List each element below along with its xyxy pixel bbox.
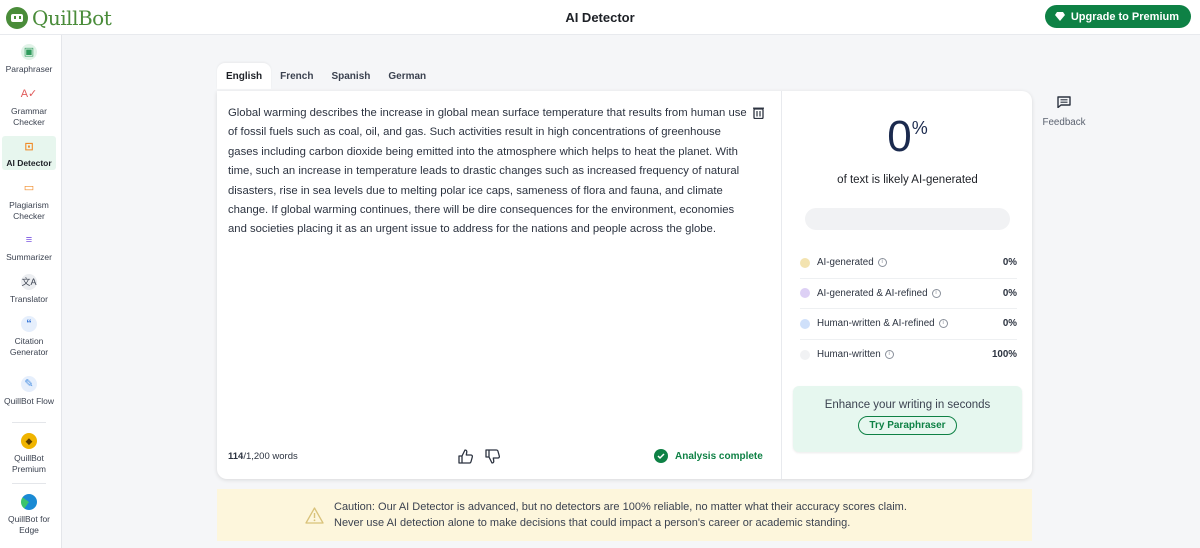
tab-french[interactable]: French (271, 63, 322, 89)
paraphraser-promo: Enhance your writing in seconds Try Para… (793, 386, 1022, 452)
breakdown-row-ai-generated-ai-refined: AI-generated & AI-refined i 0% (800, 279, 1017, 309)
flow-pen-icon: ✎ (21, 376, 37, 392)
diamond-icon (1054, 12, 1065, 21)
trash-icon[interactable] (752, 106, 765, 119)
sidebar-item-quillbot-premium[interactable]: ◆ QuillBot Premium (2, 433, 56, 475)
sidebar-item-label: QuillBot for Edge (7, 514, 51, 535)
ai-score-caption: of text is likely AI-generated (837, 174, 978, 186)
input-text-area[interactable]: Global warming describes the increase in… (228, 104, 748, 240)
sidebar-item-label: QuillBot Premium (11, 453, 46, 474)
breakdown-value: 100% (991, 349, 1017, 361)
feedback-label: Feedback (1042, 117, 1086, 128)
sidebar-item-citation-generator[interactable]: “ Citation Generator (2, 316, 56, 358)
rating-buttons (457, 448, 501, 465)
legend-dot (800, 288, 810, 299)
sidebar-divider (12, 483, 46, 484)
sidebar-item-label: Paraphraser (5, 64, 53, 74)
page-title: AI Detector (565, 10, 635, 25)
upgrade-label: Upgrade to Premium (1070, 10, 1179, 23)
feedback-button[interactable]: Feedback (1041, 96, 1087, 128)
legend-dot (800, 318, 810, 329)
sidebar-item-label: Grammar Checker (11, 106, 47, 127)
analysis-status-text: Analysis complete (675, 450, 763, 462)
sidebar-item-ai-detector[interactable]: ⊡ AI Detector (2, 136, 56, 170)
try-paraphraser-button[interactable]: Try Paraphraser (858, 416, 957, 435)
ai-score-percent-sign: % (911, 118, 928, 138)
breakdown-value: 0% (1002, 318, 1017, 330)
caution-text: Caution: Our AI Detector is advanced, bu… (334, 499, 907, 532)
thumbs-down-icon[interactable] (484, 448, 501, 465)
summarizer-icon: ≡ (25, 233, 33, 246)
sidebar-item-label: AI Detector (6, 158, 52, 168)
sidebar-item-summarizer[interactable]: ≡ Summarizer (2, 232, 56, 263)
breakdown-value: 0% (1002, 257, 1017, 269)
ai-score-bar (805, 208, 1010, 230)
translator-icon: 文A (21, 274, 37, 290)
sidebar-item-label: Plagiarism Checker (9, 200, 49, 221)
sidebar-item-label: Translator (10, 294, 48, 304)
warning-icon (305, 506, 324, 524)
language-tabs: English French Spanish German (217, 63, 435, 89)
results-panel: 0% of text is likely AI-generated AI-gen… (783, 91, 1032, 479)
legend-dot (800, 349, 810, 360)
plagiarism-checker-icon: ▭ (23, 181, 35, 194)
info-icon[interactable]: i (884, 350, 894, 360)
word-count-value: 114 (228, 451, 244, 462)
sidebar-item-quillbot-for-edge[interactable]: QuillBot for Edge (2, 494, 56, 536)
tab-english[interactable]: English (217, 63, 272, 89)
ai-detector-icon: ⊡ (24, 140, 34, 153)
breakdown-label: AI-generated (817, 257, 874, 269)
sidebar-item-label: Citation Generator (9, 336, 49, 357)
sidebar-item-grammar-checker[interactable]: A✓ Grammar Checker (2, 86, 56, 128)
word-limit: /1,200 words (243, 451, 298, 462)
score-breakdown: AI-generated i 0% AI-generated & AI-refi… (800, 248, 1017, 370)
paraphraser-icon: ▣ (21, 44, 37, 60)
promo-text: Enhance your writing in seconds (824, 399, 991, 411)
breakdown-label: Human-written & AI-refined (817, 318, 935, 330)
analysis-status: Analysis complete (654, 449, 763, 463)
sidebar-item-label: QuillBot Flow (3, 396, 55, 406)
caution-line-1: Caution: Our AI Detector is advanced, bu… (334, 500, 907, 513)
sidebar-item-plagiarism-checker[interactable]: ▭ Plagiarism Checker (2, 180, 56, 222)
check-circle-icon (654, 449, 668, 463)
grammar-checker-icon: A✓ (20, 87, 38, 100)
sidebar-item-quillbot-flow[interactable]: ✎ QuillBot Flow (2, 376, 56, 407)
breakdown-row-human-written-ai-refined: Human-written & AI-refined i 0% (800, 309, 1017, 340)
tab-german[interactable]: German (379, 63, 435, 89)
sidebar-item-paraphraser[interactable]: ▣ Paraphraser (2, 44, 56, 75)
citation-icon: “ (21, 316, 37, 332)
info-icon[interactable]: i (877, 258, 887, 268)
feedback-icon (1057, 96, 1071, 109)
caution-line-2: Never use AI detection alone to make dec… (334, 517, 851, 529)
word-count: 114/1,200 words (228, 451, 298, 462)
top-bar: QuillBot AI Detector Upgrade to Premium (0, 0, 1200, 35)
breakdown-value: 0% (1002, 287, 1017, 299)
legend-dot (800, 257, 810, 268)
breakdown-label: Human-written (817, 349, 881, 361)
premium-diamond-icon: ◆ (21, 433, 37, 449)
thumbs-up-icon[interactable] (457, 448, 474, 465)
upgrade-premium-button[interactable]: Upgrade to Premium (1044, 5, 1191, 28)
breakdown-label: AI-generated & AI-refined (817, 287, 928, 299)
tab-spanish[interactable]: Spanish (322, 63, 379, 89)
sidebar-item-label: Summarizer (6, 252, 52, 262)
ai-score: 0% (783, 115, 1032, 159)
ai-score-value: 0 (887, 112, 912, 161)
edge-browser-icon (21, 494, 37, 510)
sidebar: ▣ Paraphraser A✓ Grammar Checker ⊡ AI De… (0, 35, 62, 548)
info-icon[interactable]: i (931, 288, 941, 298)
breakdown-row-ai-generated: AI-generated i 0% (800, 248, 1017, 279)
sidebar-item-translator[interactable]: 文A Translator (2, 274, 56, 305)
sidebar-divider (12, 422, 46, 423)
info-icon[interactable]: i (938, 319, 948, 329)
detector-card: Global warming describes the increase in… (217, 91, 1032, 479)
breakdown-row-human-written: Human-written i 100% (800, 340, 1017, 371)
caution-banner: Caution: Our AI Detector is advanced, bu… (217, 489, 1032, 541)
text-editor: Global warming describes the increase in… (217, 91, 782, 479)
